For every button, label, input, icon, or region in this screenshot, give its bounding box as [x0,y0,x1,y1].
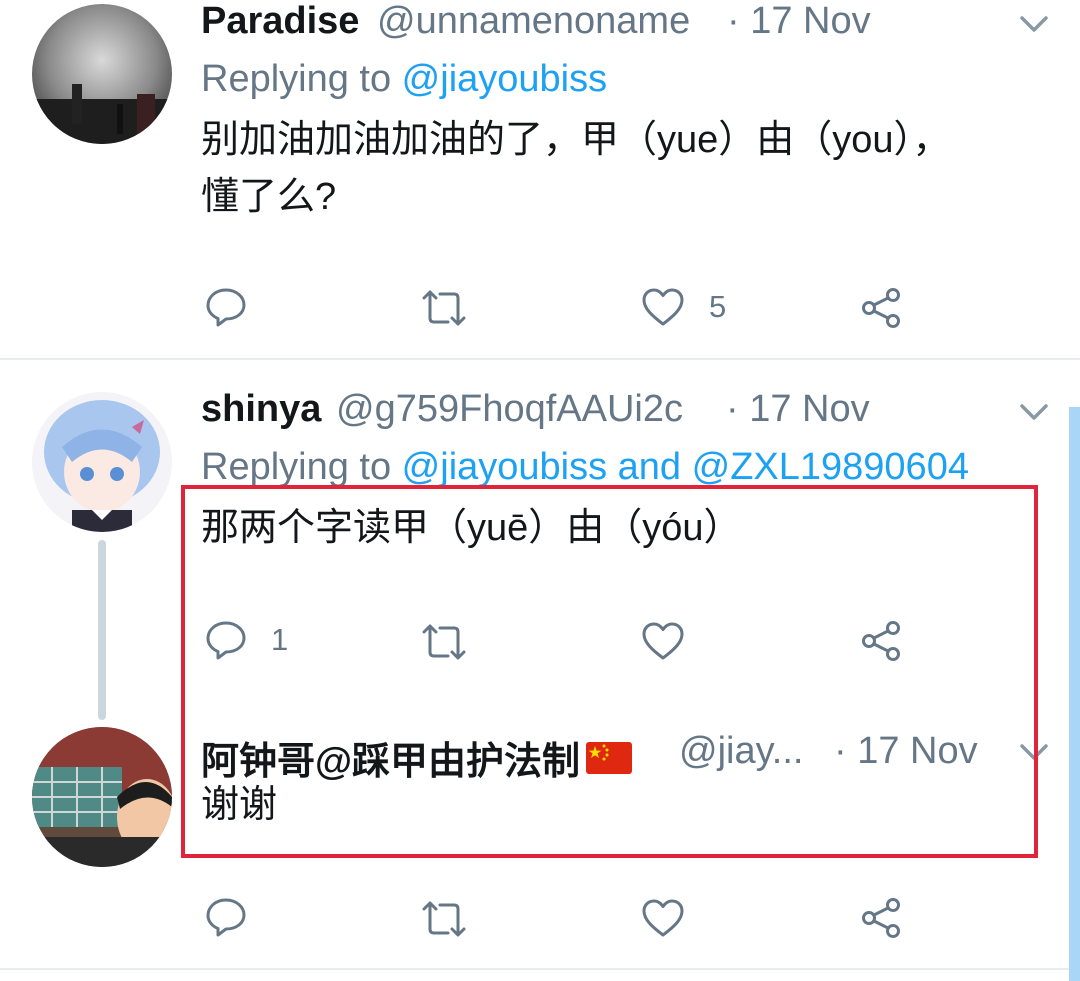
heart-icon [642,899,684,937]
like-button[interactable]: 5 [641,287,726,327]
replying-to-label: Replying to [201,446,402,488]
author-handle[interactable]: @g759FhoqfAAUi2c [336,388,683,431]
share-button[interactable] [860,897,902,939]
replying-to: Replying to @jiayoubiss and @ZXL19890604 [201,446,969,489]
avatar[interactable] [32,392,172,532]
retweet-button[interactable] [420,899,468,939]
share-icon [862,898,900,938]
tweet-text-line: 懂了么? [201,176,337,218]
share-button[interactable] [860,287,902,329]
mention-link[interactable]: @jiayoubiss and @ZXL19890604 [402,446,969,488]
highlight-annotation-box [181,485,1038,858]
reply-icon [206,898,246,937]
tweet-text-line: 别加油加油加油的了，甲（yue）由（you）， [201,119,951,161]
like-count: 5 [709,289,727,324]
reply-button[interactable] [205,896,247,938]
heart-icon [642,288,684,326]
retweet-icon [422,901,466,937]
mention-link[interactable]: @jiayoubiss [402,58,607,100]
share-icon [862,288,900,328]
tweet-text: 别加油加油加油的了，甲（yue）由（you）， 懂了么? [201,112,1041,226]
replying-to-label: Replying to [201,58,402,100]
author-name[interactable]: Paradise [201,0,359,43]
avatar[interactable] [32,727,172,867]
thread-connector-line [98,540,106,720]
tweet-date[interactable]: · 17 Nov [727,0,871,43]
retweet-icon [422,290,466,326]
reply-button[interactable] [205,286,271,328]
chevron-down-icon[interactable] [1018,398,1050,426]
like-button[interactable] [641,898,685,938]
divider [0,968,1080,970]
author-handle[interactable]: @unnamenoname [377,0,690,43]
author-name[interactable]: shinya [201,388,321,431]
reply-icon [206,288,246,327]
tweet-date[interactable]: · 17 Nov [726,388,870,431]
retweet-button[interactable] [420,288,468,328]
divider [0,358,1080,360]
chevron-down-icon[interactable] [1018,10,1050,38]
scrollbar[interactable] [1069,407,1080,981]
avatar[interactable] [32,4,172,144]
replying-to: Replying to @jiayoubiss [201,58,607,101]
